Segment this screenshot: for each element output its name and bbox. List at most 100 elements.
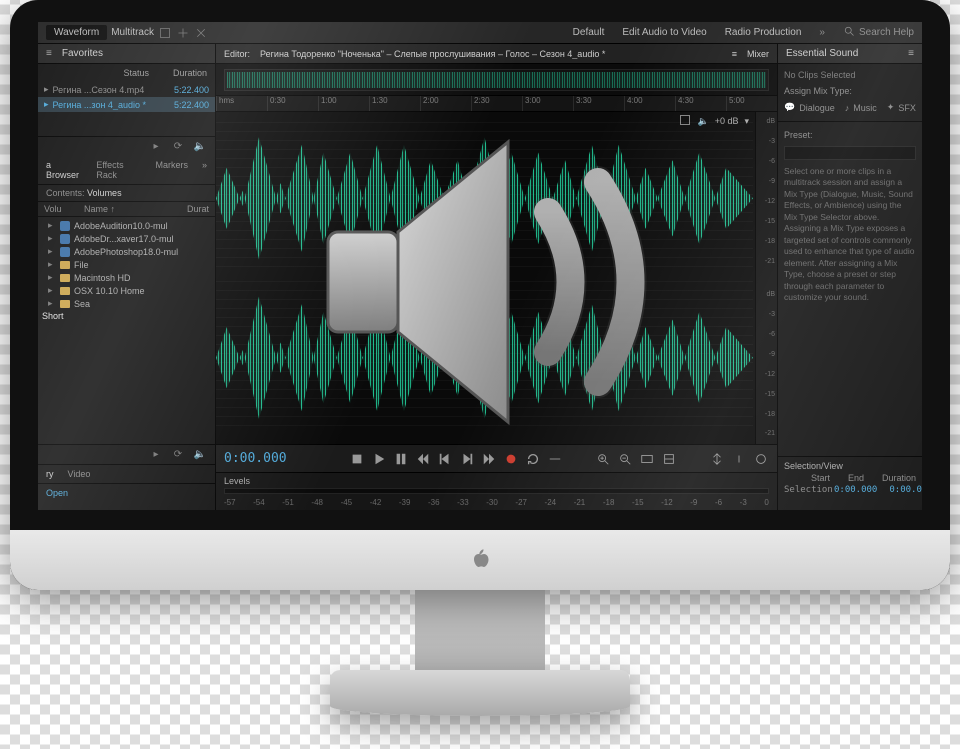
zoom-full-icon[interactable] xyxy=(639,451,655,467)
fav-play-icon[interactable]: ▸ xyxy=(149,140,163,154)
zoom-reset-icon[interactable] xyxy=(753,451,769,467)
fav-vol-icon[interactable]: 🔈 xyxy=(193,140,207,154)
ruler-tick: 3:30 xyxy=(573,96,624,111)
zoom-out-icon[interactable] xyxy=(617,451,633,467)
skip-fwd-button[interactable] xyxy=(481,451,497,467)
workspace-edit-audio[interactable]: Edit Audio to Video xyxy=(622,27,706,38)
skip-back-button[interactable] xyxy=(415,451,431,467)
tree-row[interactable]: ▸AdobeDr...xaver17.0-mul xyxy=(38,232,215,245)
search-icon xyxy=(843,25,855,40)
overview-track[interactable] xyxy=(224,69,769,91)
waveform-display[interactable]: 🔈 +0 dB ▾ dB-3-6-9-12-15-18-21dB-3-6-9-1… xyxy=(216,112,777,444)
col-duration[interactable]: Durat xyxy=(187,204,209,214)
workspace-default[interactable]: Default xyxy=(573,27,605,38)
clip-name: Регина ...зон 4_audio * xyxy=(53,100,170,110)
zoom-sel-icon[interactable] xyxy=(661,451,677,467)
selection-view-panel: Selection/View Start End Duration Select… xyxy=(778,456,922,510)
chip-sfx[interactable]: ✦SFX xyxy=(887,102,916,113)
app-screen: Waveform Multitrack Default Edit Audio t… xyxy=(38,22,922,510)
tab-video[interactable]: Video xyxy=(68,469,91,479)
toolbar-icon-2[interactable] xyxy=(176,26,190,40)
browser-loop-icon[interactable]: ⟳ xyxy=(171,448,185,462)
time-ruler[interactable]: hms 0:30 1:00 1:30 2:00 2:30 3:00 3:30 4… xyxy=(216,96,777,112)
chevron-right-icon: ▸ xyxy=(48,233,56,244)
fav-col-duration: Duration xyxy=(173,68,207,78)
selview-title: Selection/View xyxy=(784,461,916,471)
contents-value[interactable]: Volumes xyxy=(87,188,122,198)
selview-row-label: Selection xyxy=(784,485,822,495)
db-scale: dB-3-6-9-12-15-18-21dB-3-6-9-12-15-18-21 xyxy=(755,112,777,444)
ruler-tick: 0:30 xyxy=(267,96,318,111)
transport-bar: 0:00.000 xyxy=(216,444,777,472)
ruler-tick: 1:30 xyxy=(369,96,420,111)
tab-effects-rack[interactable]: Effects Rack xyxy=(96,160,141,180)
favorites-item[interactable]: ▸ Регина ...зон 4_audio * 5:22.400 xyxy=(38,97,215,112)
toolbar-icon-3[interactable] xyxy=(194,26,208,40)
selview-end[interactable]: 0:00.000 xyxy=(889,485,922,495)
ruler-tick: 4:00 xyxy=(624,96,675,111)
col-volume[interactable]: Volu xyxy=(44,204,84,214)
tab-media-browser[interactable]: a Browser xyxy=(46,160,82,180)
tree-row[interactable]: ▸Sea xyxy=(38,297,215,310)
level-meter xyxy=(224,488,769,494)
tab-mixer[interactable]: Mixer xyxy=(747,49,769,59)
selview-col-start: Start xyxy=(811,473,830,483)
music-icon: ♪ xyxy=(845,103,850,113)
file-tree[interactable]: ▸AdobeAudition10.0-mul ▸AdobeDr...xaver1… xyxy=(38,217,215,444)
skip-silence-button[interactable] xyxy=(547,451,563,467)
record-button[interactable] xyxy=(503,451,519,467)
pause-button[interactable] xyxy=(393,451,409,467)
folder-icon xyxy=(60,274,70,282)
chip-dialogue[interactable]: 💬Dialogue xyxy=(784,102,835,113)
zoom-v-out-icon[interactable] xyxy=(731,451,747,467)
tree-row[interactable]: ▸OSX 10.10 Home xyxy=(38,284,215,297)
essential-sound-title[interactable]: Essential Sound xyxy=(786,48,858,59)
mode-waveform[interactable]: Waveform xyxy=(46,25,107,40)
workspace-more-icon[interactable]: » xyxy=(819,27,825,38)
toolbar-icon-1[interactable] xyxy=(158,26,172,40)
browser-play-icon[interactable]: ▸ xyxy=(149,448,163,462)
tab-more-icon[interactable]: » xyxy=(202,160,207,180)
favorites-panel: ≡ Favorites Status Duration ▸ Регина ...… xyxy=(38,44,215,156)
imac-monitor: Waveform Multitrack Default Edit Audio t… xyxy=(10,0,950,749)
waveform-overview[interactable] xyxy=(216,64,777,96)
overview-wave xyxy=(227,72,766,88)
tree-row[interactable]: ▸File xyxy=(38,258,215,271)
zoom-in-icon[interactable] xyxy=(595,451,611,467)
top-bar: Waveform Multitrack Default Edit Audio t… xyxy=(38,22,922,44)
ess-preset-dropdown[interactable] xyxy=(784,146,916,160)
panel-menu-icon[interactable]: ≡ xyxy=(908,48,914,59)
tree-row[interactable]: ▸AdobeAudition10.0-mul xyxy=(38,219,215,232)
panel-menu-icon[interactable]: ≡ xyxy=(46,48,52,59)
tree-row[interactable]: ▸AdobePhotoshop18.0-mul xyxy=(38,245,215,258)
stop-button[interactable] xyxy=(349,451,365,467)
folder-icon xyxy=(60,261,70,269)
favorites-title[interactable]: Favorites xyxy=(62,48,103,59)
play-button[interactable] xyxy=(371,451,387,467)
col-name[interactable]: Name ↑ xyxy=(84,204,187,214)
favorites-item[interactable]: ▸ Регина ...Сезон 4.mp4 5:22.400 xyxy=(38,82,215,97)
selview-start[interactable]: 0:00.000 xyxy=(834,485,877,495)
tree-shortcuts[interactable]: Short xyxy=(38,310,215,322)
app-icon xyxy=(60,221,70,231)
workspace-radio[interactable]: Radio Production xyxy=(725,27,802,38)
monitor-stand-foot xyxy=(330,670,630,716)
mode-multitrack[interactable]: Multitrack xyxy=(111,27,154,38)
tree-row[interactable]: ▸Macintosh HD xyxy=(38,271,215,284)
loop-button[interactable] xyxy=(525,451,541,467)
browser-vol-icon[interactable]: 🔈 xyxy=(193,448,207,462)
search-help[interactable]: Search Help xyxy=(859,27,914,38)
clip-duration: 5:22.400 xyxy=(174,100,209,110)
rewind-button[interactable] xyxy=(437,451,453,467)
ruler-tick: 5:00 xyxy=(726,96,777,111)
chip-music[interactable]: ♪Music xyxy=(845,102,877,113)
tab-history[interactable]: ry xyxy=(46,469,54,479)
zoom-v-in-icon[interactable] xyxy=(709,451,725,467)
app-icon xyxy=(60,234,70,244)
fav-loop-icon[interactable]: ⟳ xyxy=(171,140,185,154)
forward-button[interactable] xyxy=(459,451,475,467)
panel-menu-icon[interactable]: ≡ xyxy=(732,49,737,59)
timecode[interactable]: 0:00.000 xyxy=(224,451,287,466)
tab-markers[interactable]: Markers xyxy=(155,160,188,180)
history-open[interactable]: Open xyxy=(38,484,215,502)
